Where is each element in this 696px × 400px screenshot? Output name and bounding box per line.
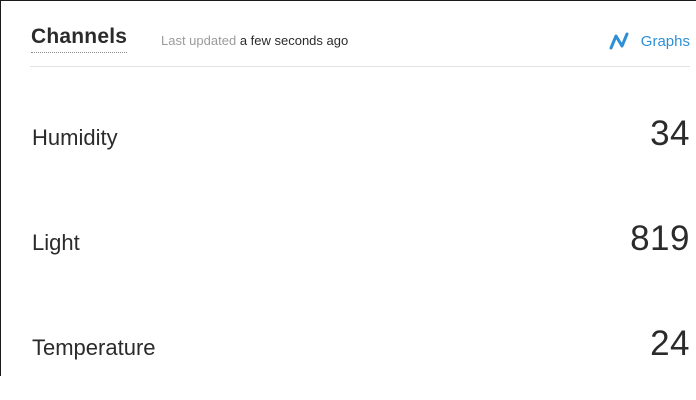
channel-label: Humidity <box>32 125 118 150</box>
line-chart-icon <box>609 31 629 51</box>
channel-row-light: Light 819 <box>32 190 690 295</box>
graphs-button[interactable]: Graphs <box>609 30 690 52</box>
channel-row-humidity: Humidity 34 <box>32 85 690 190</box>
channel-list: Humidity 34 Light 819 Temperature 24 <box>32 85 690 400</box>
last-updated-time: a few seconds ago <box>239 33 349 48</box>
channel-value: 34 <box>650 114 690 153</box>
channels-panel: Channels Last updated a few seconds ago … <box>0 0 696 376</box>
channel-value: 819 <box>630 219 690 258</box>
last-updated-label: Last updated <box>161 33 237 48</box>
channels-header: Channels Last updated a few seconds ago … <box>30 23 690 67</box>
channel-row-temperature: Temperature 24 <box>32 295 690 400</box>
panel-title: Channels <box>31 23 128 53</box>
graphs-label: Graphs <box>640 32 690 50</box>
channel-value: 24 <box>650 324 690 363</box>
channel-label: Light <box>32 230 80 255</box>
last-updated-text: Last updated a few seconds ago <box>161 33 348 49</box>
channel-label: Temperature <box>32 335 156 360</box>
